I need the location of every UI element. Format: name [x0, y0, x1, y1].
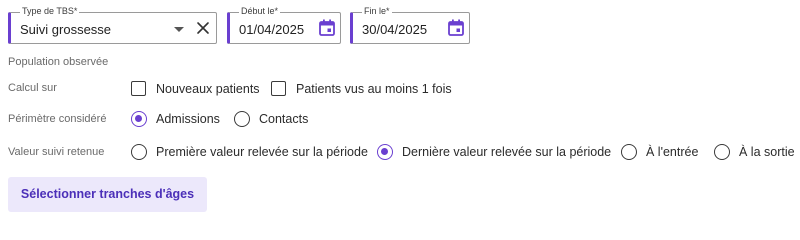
radio-label: À l'entrée [646, 145, 699, 159]
radio-label: Contacts [259, 112, 309, 126]
radio-button[interactable] [377, 144, 393, 160]
radio-button[interactable] [131, 144, 147, 160]
fin-value: 30/04/2025 [362, 22, 428, 37]
chevron-down-icon[interactable] [174, 27, 184, 32]
radio-button[interactable] [621, 144, 637, 160]
fin-label: Fin le* [362, 6, 392, 16]
radio-premiere-valeur[interactable]: Première valeur relevée sur la période [131, 144, 368, 160]
checkbox-label: Nouveaux patients [156, 81, 260, 96]
radio-button[interactable] [714, 144, 730, 160]
calendar-icon[interactable] [319, 19, 335, 41]
radio-label: Première valeur relevée sur la période [156, 145, 368, 159]
type-tbs-select[interactable]: Type de TBS* Suivi grossesse [8, 6, 217, 44]
checkbox-nouveaux-patients[interactable]: Nouveaux patients [131, 81, 260, 96]
checkbox-patients-vus[interactable]: Patients vus au moins 1 fois [271, 81, 452, 96]
fin-date-field[interactable]: Fin le* 30/04/2025 [350, 6, 470, 44]
debut-date-field[interactable]: Début le* 01/04/2025 [227, 6, 341, 44]
radio-admissions[interactable]: Admissions [131, 111, 220, 127]
calcul-sur-label: Calcul sur [8, 82, 57, 94]
radio-button[interactable] [234, 111, 250, 127]
type-tbs-value: Suivi grossesse [20, 22, 112, 37]
perimetre-label: Périmètre considéré [8, 113, 107, 125]
calendar-icon[interactable] [448, 19, 464, 41]
radio-contacts[interactable]: Contacts [234, 111, 308, 127]
checkbox-label: Patients vus au moins 1 fois [296, 81, 452, 96]
checkbox-box[interactable] [271, 81, 286, 96]
radio-a-l-entree[interactable]: À l'entrée [621, 144, 698, 160]
valeur-suivi-label: Valeur suivi retenue [8, 146, 105, 158]
debut-value: 01/04/2025 [239, 22, 305, 37]
radio-button[interactable] [131, 111, 147, 127]
radio-label: Dernière valeur relevée sur la période [402, 145, 612, 159]
radio-label: À la sortie [739, 145, 795, 159]
radio-derniere-valeur[interactable]: Dernière valeur relevée sur la période [377, 144, 611, 160]
close-icon[interactable] [196, 21, 210, 40]
radio-label: Admissions [156, 112, 220, 126]
debut-label: Début le* [239, 6, 281, 16]
type-tbs-label: Type de TBS* [20, 6, 80, 16]
section-title: Population observée [8, 56, 109, 68]
radio-a-la-sortie[interactable]: À la sortie [714, 144, 795, 160]
select-age-ranges-button[interactable]: Sélectionner tranches d'âges [8, 177, 207, 212]
checkbox-box[interactable] [131, 81, 146, 96]
